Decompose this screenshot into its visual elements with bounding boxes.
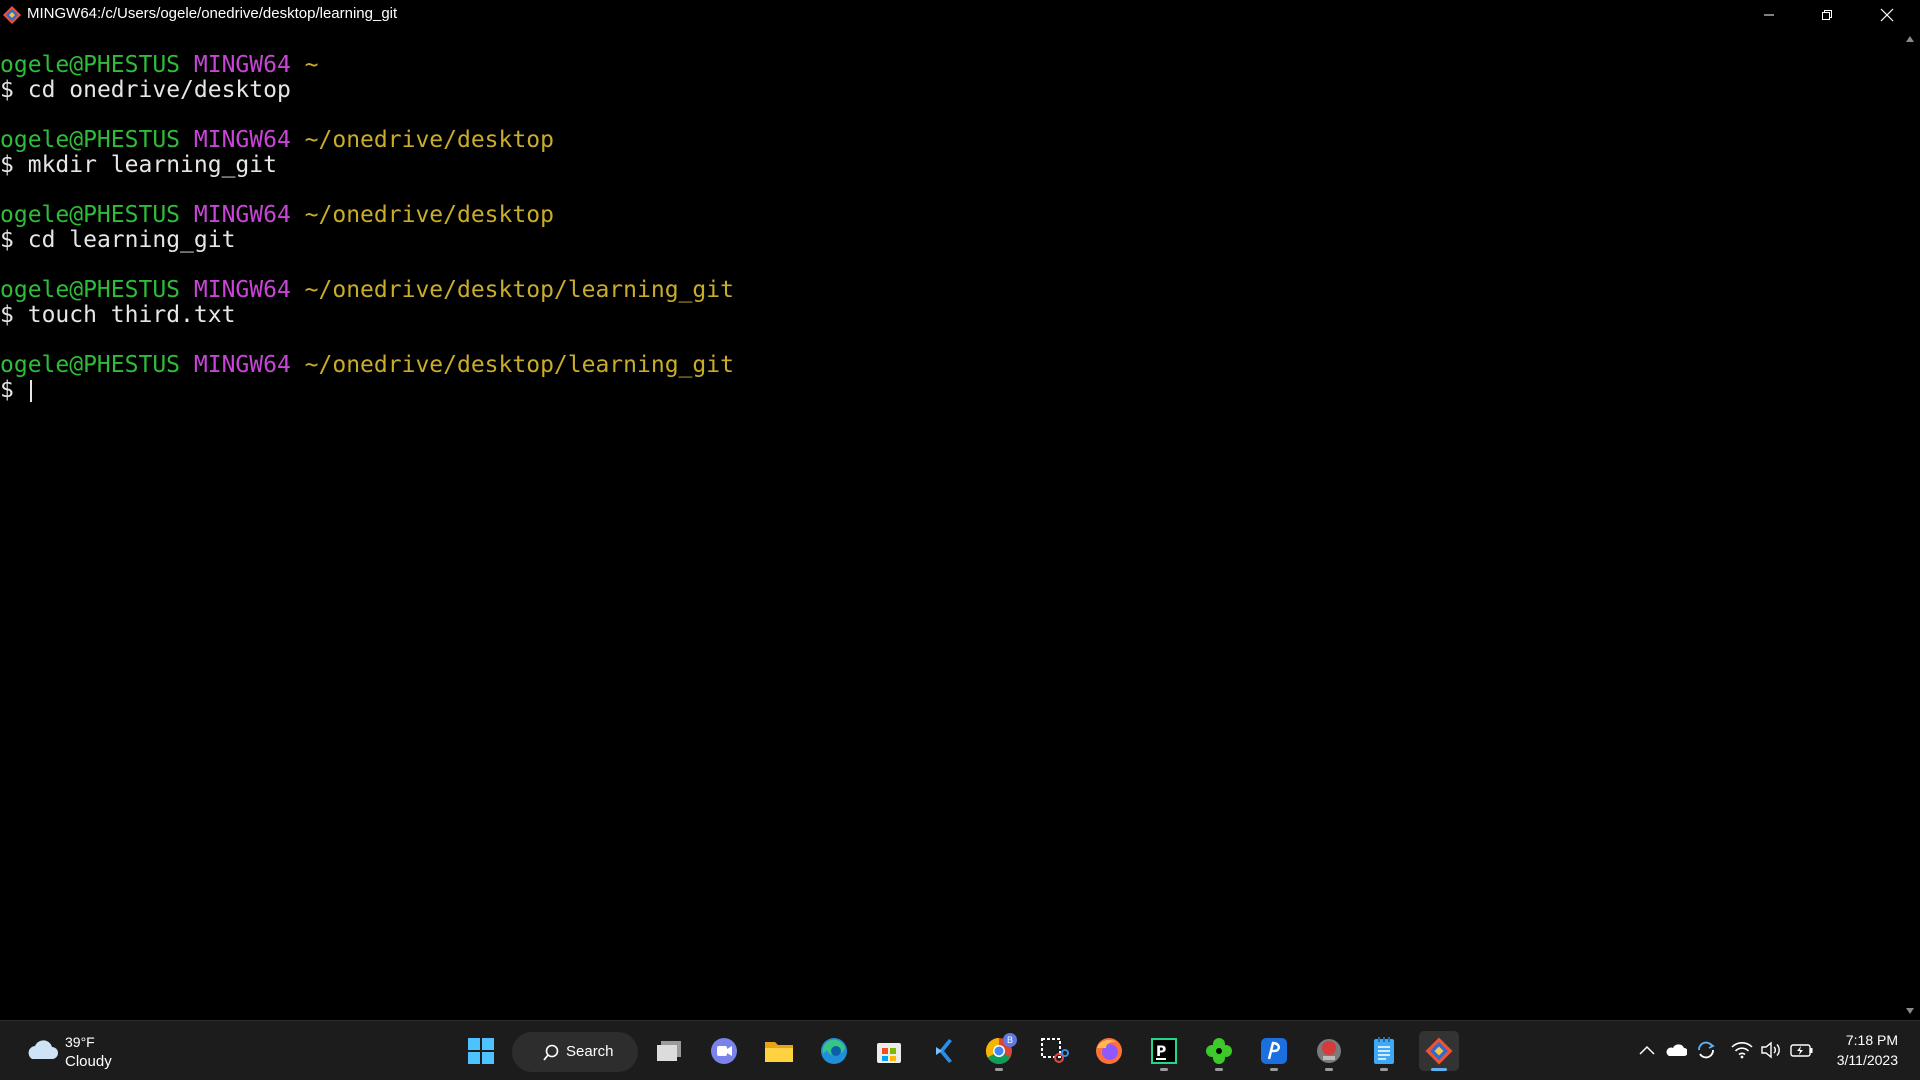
minimize-icon <box>1764 14 1774 16</box>
weather-condition: Cloudy <box>65 1053 112 1070</box>
close-icon <box>1880 8 1894 22</box>
scroll-up-arrow-icon[interactable] <box>1905 35 1915 43</box>
snipping-tool-icon <box>1041 1038 1069 1063</box>
command-line: $ cd learning_git <box>0 227 236 253</box>
clover-icon <box>1206 1038 1232 1064</box>
clock-time: 7:18 PM <box>1845 1032 1898 1048</box>
scroll-down-arrow-icon[interactable] <box>1905 1007 1915 1015</box>
firefox-icon <box>1096 1038 1122 1064</box>
network-button[interactable] <box>1729 1035 1755 1065</box>
command-line: $ cd onedrive/desktop <box>0 77 291 103</box>
battery-button[interactable] <box>1788 1035 1816 1065</box>
vertical-scrollbar[interactable] <box>1900 30 1920 1020</box>
chevron-up-icon <box>1639 1045 1655 1055</box>
running-indicator <box>1380 1068 1388 1071</box>
chrome-button[interactable]: B <box>979 1031 1019 1071</box>
title-bar: MINGW64:/c/Users/ogele/onedrive/desktop/… <box>0 0 1920 30</box>
vscode-button[interactable] <box>924 1031 964 1071</box>
git-icon <box>1425 1037 1453 1065</box>
store-button[interactable] <box>869 1031 909 1071</box>
clock-date: 3/11/2023 <box>1836 1052 1898 1068</box>
start-button[interactable] <box>461 1031 501 1071</box>
sync-icon <box>1698 1041 1715 1059</box>
notepad-button[interactable] <box>1364 1031 1404 1071</box>
file-explorer-button[interactable] <box>759 1031 799 1071</box>
terminal-output[interactable]: ogele@PHESTUS MINGW64 ~ $ cd onedrive/de… <box>0 30 1898 1020</box>
command-line: $ mkdir learning_git <box>0 152 277 178</box>
prompt-line: ogele@PHESTUS MINGW64 ~/onedrive/desktop… <box>0 352 734 378</box>
running-indicator <box>995 1068 1003 1071</box>
chat-video-icon <box>711 1038 737 1064</box>
search-icon <box>543 1044 559 1061</box>
restore-button[interactable] <box>1798 0 1856 30</box>
chat-button[interactable] <box>704 1031 744 1071</box>
running-indicator <box>1325 1068 1333 1071</box>
pycharm-icon: P <box>1151 1038 1177 1064</box>
speaker-icon <box>1761 1041 1780 1059</box>
search-label: Search <box>566 1043 614 1060</box>
clover-app-button[interactable] <box>1199 1031 1239 1071</box>
running-indicator <box>1270 1068 1278 1071</box>
folder-icon <box>765 1042 793 1062</box>
prompt-line: ogele@PHESTUS MINGW64 ~ <box>0 52 319 78</box>
taskbar: 39°F Cloudy Search B P 7:18 PM 3/11/2023 <box>0 1020 1920 1080</box>
sync-tray-button[interactable] <box>1694 1035 1718 1065</box>
running-indicator <box>1160 1068 1168 1071</box>
pycharm-button[interactable]: P <box>1144 1031 1184 1071</box>
active-command-line[interactable]: $ <box>0 378 734 403</box>
edge-browser-icon <box>821 1038 847 1064</box>
restore-icon <box>1822 10 1832 20</box>
running-indicator <box>1215 1068 1223 1071</box>
code-icon <box>936 1039 952 1063</box>
prompt-line: ogele@PHESTUS MINGW64 ~/onedrive/desktop <box>0 202 554 228</box>
onedrive-cloud-icon <box>1666 1044 1687 1056</box>
window-title: MINGW64:/c/Users/ogele/onedrive/desktop/… <box>27 5 398 22</box>
weather-temperature: 39°F <box>65 1034 95 1050</box>
wifi-icon <box>1731 1042 1753 1059</box>
red-app-button[interactable] <box>1309 1031 1349 1071</box>
snipping-tool-button[interactable] <box>1034 1031 1074 1071</box>
svg-text:P: P <box>1156 1044 1166 1060</box>
git-bash-button[interactable] <box>1419 1031 1459 1071</box>
active-window-indicator <box>1431 1068 1447 1071</box>
blue-app-button[interactable] <box>1254 1031 1294 1071</box>
prompt-line: ogele@PHESTUS MINGW64 ~/onedrive/desktop <box>0 127 554 153</box>
weather-widget[interactable]: 39°F Cloudy <box>20 1031 130 1071</box>
edge-button[interactable] <box>814 1031 854 1071</box>
system-clock[interactable]: 7:18 PM 3/11/2023 <box>1837 1030 1898 1070</box>
notepad-icon <box>1374 1037 1394 1064</box>
text-cursor <box>29 379 32 402</box>
show-hidden-icons-button[interactable] <box>1636 1035 1658 1065</box>
blue-app-icon <box>1261 1038 1287 1064</box>
firefox-button[interactable] <box>1089 1031 1129 1071</box>
windows-logo-icon <box>468 1038 494 1064</box>
taskbar-search[interactable]: Search <box>512 1032 638 1072</box>
store-icon <box>877 1043 901 1063</box>
cloud-icon <box>28 1040 58 1059</box>
git-bash-app-icon[interactable] <box>2 5 22 25</box>
command-line: $ touch third.txt <box>0 302 236 328</box>
chrome-profile-badge: B <box>1003 1033 1017 1047</box>
battery-charging-icon <box>1790 1044 1813 1057</box>
close-button[interactable] <box>1858 0 1916 30</box>
onedrive-tray-button[interactable] <box>1664 1035 1688 1065</box>
red-app-icon <box>1317 1039 1341 1063</box>
minimize-button[interactable] <box>1740 0 1798 30</box>
task-view-button[interactable] <box>649 1031 689 1071</box>
volume-button[interactable] <box>1758 1035 1784 1065</box>
task-view-icon <box>657 1041 681 1061</box>
prompt-line: ogele@PHESTUS MINGW64 ~/onedrive/desktop… <box>0 277 734 303</box>
